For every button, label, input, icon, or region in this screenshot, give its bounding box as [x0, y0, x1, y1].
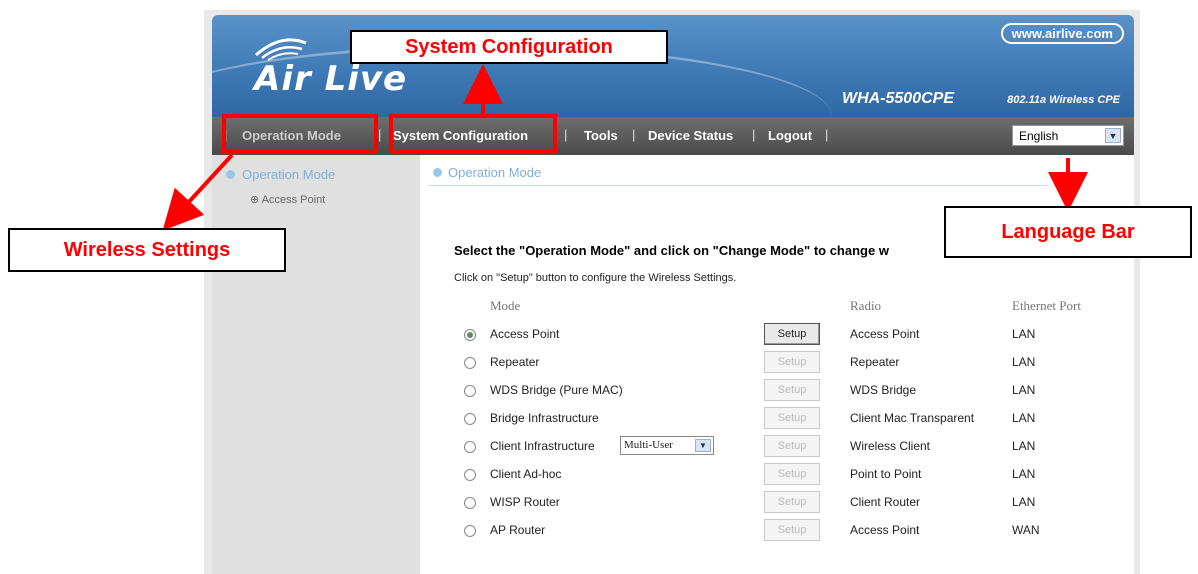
- callout-language-bar: Language Bar: [944, 206, 1192, 258]
- callout-wireless-settings: Wireless Settings: [8, 228, 286, 272]
- callout-system-configuration: System Configuration: [350, 30, 668, 64]
- arrow-wireless-settings: [162, 153, 234, 231]
- annotation-arrows: [162, 64, 1088, 231]
